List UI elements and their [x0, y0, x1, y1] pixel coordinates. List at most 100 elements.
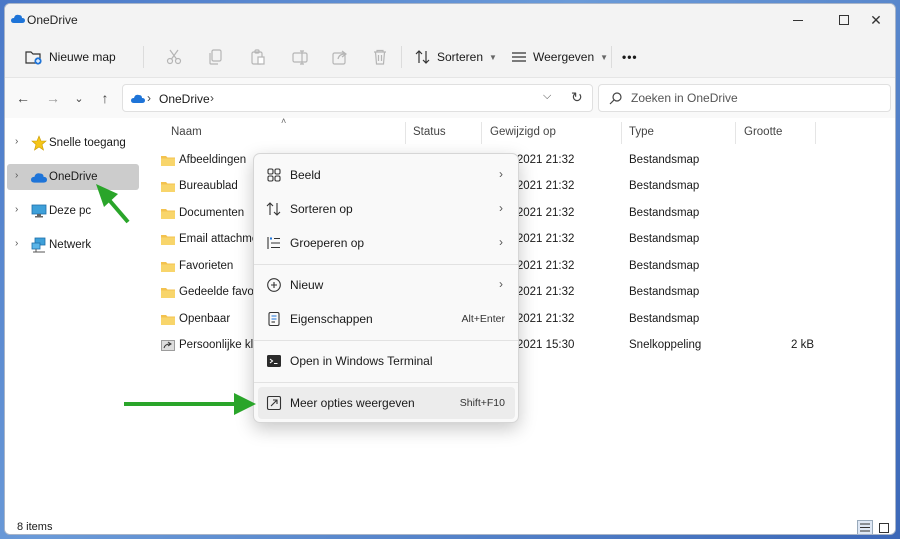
chevron-right-icon: › — [499, 277, 503, 291]
chevron-down-icon: ▼ — [489, 52, 497, 62]
menu-item-properties[interactable]: Eigenschappen Alt+Enter — [258, 303, 515, 335]
context-menu: Beeld › Sorteren op › Groeperen op › Nie… — [253, 153, 519, 423]
arrow-up-icon: ↑ — [101, 90, 109, 106]
sidebar-item-label: Snelle toegang — [49, 137, 126, 149]
up-button[interactable]: ↑ — [97, 90, 113, 106]
search-input[interactable] — [631, 89, 881, 107]
shortcut-label: Shift+F10 — [459, 397, 505, 409]
column-header-name[interactable]: Naam — [171, 118, 202, 146]
share-icon[interactable] — [331, 48, 349, 66]
chevron-down-icon: ▼ — [600, 52, 609, 62]
tiles-view-icon — [879, 522, 889, 533]
minimize-button[interactable] — [775, 4, 821, 36]
sort-icon — [415, 50, 430, 64]
address-location[interactable]: OneDrive — [159, 92, 210, 106]
arrow-left-icon: ← — [16, 90, 30, 106]
chevron-right-icon[interactable]: › — [15, 238, 18, 249]
folder-icon — [161, 262, 175, 272]
chevron-right-icon[interactable]: › — [15, 136, 18, 147]
navigation-pane: › Snelle toegang › OneDrive › Deze pc › … — [5, 118, 143, 520]
navigation-bar: ← → ⌄ ↑ › OneDrive › ⌵ ↻ — [5, 78, 895, 118]
sidebar-item-label: Deze pc — [49, 205, 92, 217]
onedrive-cloud-icon — [131, 94, 145, 103]
view-button[interactable]: Weergeven ▼ — [511, 43, 608, 71]
menu-item-group-by[interactable]: Groeperen op › — [258, 227, 515, 259]
details-view-button[interactable] — [857, 520, 873, 534]
paste-icon[interactable] — [249, 48, 267, 66]
forward-button[interactable]: → — [45, 90, 61, 106]
chevron-right-icon: › — [499, 235, 503, 249]
menu-item-new[interactable]: Nieuw › — [258, 269, 515, 301]
menu-item-open-terminal[interactable]: Open in Windows Terminal — [258, 345, 515, 377]
new-folder-icon — [25, 51, 42, 65]
rename-icon[interactable] — [291, 48, 309, 66]
chevron-right-icon: › — [499, 201, 503, 215]
folder-icon — [161, 209, 175, 219]
tiles-view-button[interactable] — [876, 520, 892, 534]
details-view-icon — [860, 523, 870, 532]
sidebar-item-label: Netwerk — [49, 239, 92, 251]
view-label: Weergeven — [533, 50, 595, 64]
sort-button[interactable]: Sorteren ▼ — [415, 43, 497, 71]
view-list-icon — [512, 52, 526, 62]
column-divider[interactable] — [735, 122, 736, 144]
chevron-right-icon[interactable]: › — [15, 170, 18, 181]
sort-icon — [266, 202, 281, 216]
more-options-button[interactable]: ••• — [622, 43, 638, 71]
menu-divider — [254, 382, 518, 383]
menu-item-show-more-options[interactable]: Meer opties weergeven Shift+F10 — [258, 387, 515, 419]
search-icon — [609, 92, 622, 105]
back-button[interactable]: ← — [15, 90, 31, 106]
cut-icon[interactable] — [165, 48, 183, 66]
new-folder-label: Nieuwe map — [49, 50, 116, 64]
expand-icon — [266, 395, 282, 411]
chevron-right-icon: › — [147, 91, 151, 105]
column-header-modified[interactable]: Gewijzigd op — [490, 118, 556, 146]
sidebar-item-network[interactable]: › Netwerk — [7, 232, 139, 258]
column-divider[interactable] — [815, 122, 816, 144]
command-bar: Nieuwe map Sorteren ▼ Weergeven ▼ ••• — [5, 36, 895, 78]
properties-icon — [268, 311, 280, 327]
column-divider[interactable] — [481, 122, 482, 144]
close-button[interactable]: ✕ — [853, 4, 895, 36]
sort-indicator-icon: ˄ — [281, 116, 287, 126]
copy-icon[interactable] — [207, 48, 225, 66]
address-bar[interactable]: › OneDrive › ⌵ ↻ — [122, 84, 593, 112]
group-icon — [267, 237, 280, 249]
sidebar-item-onedrive[interactable]: › OneDrive — [7, 164, 139, 190]
search-box[interactable] — [598, 84, 891, 112]
onedrive-cloud-icon — [11, 14, 25, 23]
menu-item-view[interactable]: Beeld › — [258, 159, 515, 191]
column-divider[interactable] — [405, 122, 406, 144]
item-count: 8 items — [17, 521, 53, 533]
folder-icon — [161, 288, 175, 298]
column-header-size[interactable]: Grootte — [744, 118, 782, 146]
column-header-status[interactable]: Status — [413, 118, 446, 146]
delete-icon[interactable] — [371, 48, 389, 66]
recent-locations-button[interactable]: ⌄ — [71, 90, 87, 106]
sort-label: Sorteren — [437, 50, 484, 64]
shortcut-icon — [161, 340, 175, 351]
minimize-icon — [793, 19, 803, 21]
column-header-type[interactable]: Type — [629, 118, 654, 146]
title-bar[interactable]: OneDrive ✕ — [5, 4, 895, 36]
window-title: OneDrive — [27, 13, 78, 27]
status-bar: 8 items — [5, 520, 895, 534]
close-icon: ✕ — [870, 11, 882, 28]
sidebar-item-this-pc[interactable]: › Deze pc — [7, 198, 139, 224]
folder-icon — [161, 156, 175, 166]
menu-item-sort-by[interactable]: Sorteren op › — [258, 193, 515, 225]
chevron-right-icon[interactable]: › — [15, 204, 18, 215]
menu-divider — [254, 264, 518, 265]
new-folder-button[interactable]: Nieuwe map — [25, 43, 116, 71]
refresh-icon[interactable]: ↻ — [571, 89, 583, 106]
chevron-right-icon: › — [499, 167, 503, 181]
chevron-right-icon: › — [210, 91, 214, 105]
column-divider[interactable] — [621, 122, 622, 144]
cloud-icon — [31, 173, 47, 183]
arrow-right-icon: → — [46, 90, 60, 106]
sidebar-item-quick-access[interactable]: › Snelle toegang — [7, 130, 139, 156]
shortcut-label: Alt+Enter — [461, 313, 505, 325]
chevron-down-icon: ⌄ — [74, 92, 84, 105]
address-dropdown-icon[interactable]: ⌵ — [543, 90, 551, 103]
